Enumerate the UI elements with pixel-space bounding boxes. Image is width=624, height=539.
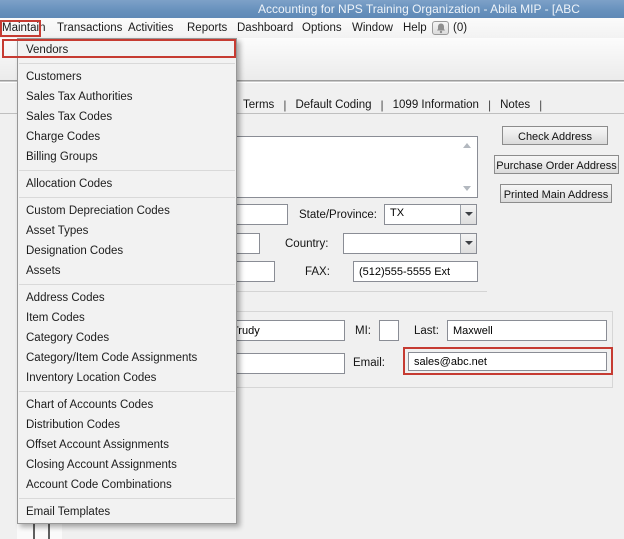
- tab-default-coding[interactable]: Default Coding: [286, 99, 380, 111]
- menu-item-address-codes[interactable]: Address Codes: [18, 288, 236, 308]
- printed-main-address-button[interactable]: Printed Main Address: [500, 184, 612, 203]
- last-name-label: Last:: [414, 325, 439, 337]
- menu-item-designation-codes[interactable]: Designation Codes: [18, 241, 236, 261]
- check-address-button[interactable]: Check Address: [502, 126, 608, 145]
- mi-label: MI:: [355, 325, 371, 337]
- menu-item-sales-tax-codes[interactable]: Sales Tax Codes: [18, 107, 236, 127]
- chevron-down-icon[interactable]: [460, 234, 476, 253]
- country-label: Country:: [285, 238, 328, 250]
- menu-item-distribution-codes[interactable]: Distribution Codes: [18, 415, 236, 435]
- purchase-order-address-button[interactable]: Purchase Order Address: [494, 155, 619, 174]
- menubar-item-dashboard[interactable]: Dashboard: [237, 18, 293, 38]
- menubar-item-help[interactable]: Help: [403, 18, 427, 38]
- menu-item-category-item-code-assignments[interactable]: Category/Item Code Assignments: [18, 348, 236, 368]
- email-label: Email:: [353, 357, 385, 369]
- tab-notes[interactable]: Notes: [491, 99, 539, 111]
- highlight-maintain-menu: [0, 20, 41, 37]
- menu-item-assets[interactable]: Assets: [18, 261, 236, 281]
- menu-item-inventory-location-codes[interactable]: Inventory Location Codes: [18, 368, 236, 388]
- highlight-email-field: [403, 347, 613, 375]
- menu-separator: [19, 391, 235, 392]
- highlight-vendors-item: [2, 39, 236, 58]
- menu-item-sales-tax-authorities[interactable]: Sales Tax Authorities: [18, 87, 236, 107]
- tab-terms[interactable]: Terms: [234, 99, 283, 111]
- menubar-item-options[interactable]: Options: [302, 18, 342, 38]
- menubar-item-window[interactable]: Window: [352, 18, 393, 38]
- state-province-value: TX: [390, 207, 404, 219]
- notification-bell-icon[interactable]: [432, 21, 449, 35]
- menu-item-email-templates[interactable]: Email Templates: [18, 502, 236, 522]
- menu-item-account-code-combinations[interactable]: Account Code Combinations: [18, 475, 236, 495]
- menu-item-chart-of-accounts-codes[interactable]: Chart of Accounts Codes: [18, 395, 236, 415]
- fax-label: FAX:: [305, 266, 330, 278]
- scroll-down-icon[interactable]: [463, 186, 471, 191]
- menu-item-item-codes[interactable]: Item Codes: [18, 308, 236, 328]
- menu-item-charge-codes[interactable]: Charge Codes: [18, 127, 236, 147]
- mi-field[interactable]: [379, 320, 399, 341]
- notification-count: (0): [453, 18, 467, 38]
- title-bar: Accounting for NPS Training Organization…: [0, 0, 624, 18]
- app-window: Terms | Default Coding | 1099 Informatio…: [0, 0, 624, 539]
- menu-bar: Maintain Transactions Activities Reports…: [0, 18, 624, 38]
- menu-separator: [19, 63, 235, 64]
- menubar-item-reports[interactable]: Reports: [187, 18, 227, 38]
- menu-item-category-codes[interactable]: Category Codes: [18, 328, 236, 348]
- menu-item-closing-account-assignments[interactable]: Closing Account Assignments: [18, 455, 236, 475]
- contact-extra-field[interactable]: [226, 353, 345, 374]
- first-name-field[interactable]: [226, 320, 345, 341]
- background-window-fragment: [17, 524, 62, 539]
- country-combobox[interactable]: [343, 233, 477, 254]
- state-province-combobox[interactable]: TX: [384, 204, 477, 225]
- chevron-down-icon[interactable]: [460, 205, 476, 224]
- menu-item-custom-depreciation-codes[interactable]: Custom Depreciation Codes: [18, 201, 236, 221]
- menu-item-allocation-codes[interactable]: Allocation Codes: [18, 174, 236, 194]
- maintain-dropdown-menu: Vendors Customers Sales Tax Authorities …: [17, 38, 237, 524]
- menubar-item-activities[interactable]: Activities: [128, 18, 173, 38]
- divider: [48, 524, 50, 539]
- menu-item-offset-account-assignments[interactable]: Offset Account Assignments: [18, 435, 236, 455]
- menu-separator: [19, 170, 235, 171]
- window-title: Accounting for NPS Training Organization…: [258, 2, 580, 16]
- menu-item-customers[interactable]: Customers: [18, 67, 236, 87]
- menu-item-billing-groups[interactable]: Billing Groups: [18, 147, 236, 167]
- menu-item-asset-types[interactable]: Asset Types: [18, 221, 236, 241]
- tab-separator: |: [539, 98, 542, 112]
- scroll-up-icon[interactable]: [463, 143, 471, 148]
- menubar-item-transactions[interactable]: Transactions: [57, 18, 122, 38]
- state-province-label: State/Province:: [299, 209, 377, 221]
- menu-separator: [19, 498, 235, 499]
- last-name-field[interactable]: [447, 320, 607, 341]
- divider: [33, 524, 35, 539]
- menu-separator: [19, 284, 235, 285]
- tab-1099-information[interactable]: 1099 Information: [384, 99, 488, 111]
- fax-field[interactable]: [353, 261, 478, 282]
- vendor-tabstrip: Terms | Default Coding | 1099 Informatio…: [234, 96, 542, 113]
- menu-separator: [19, 197, 235, 198]
